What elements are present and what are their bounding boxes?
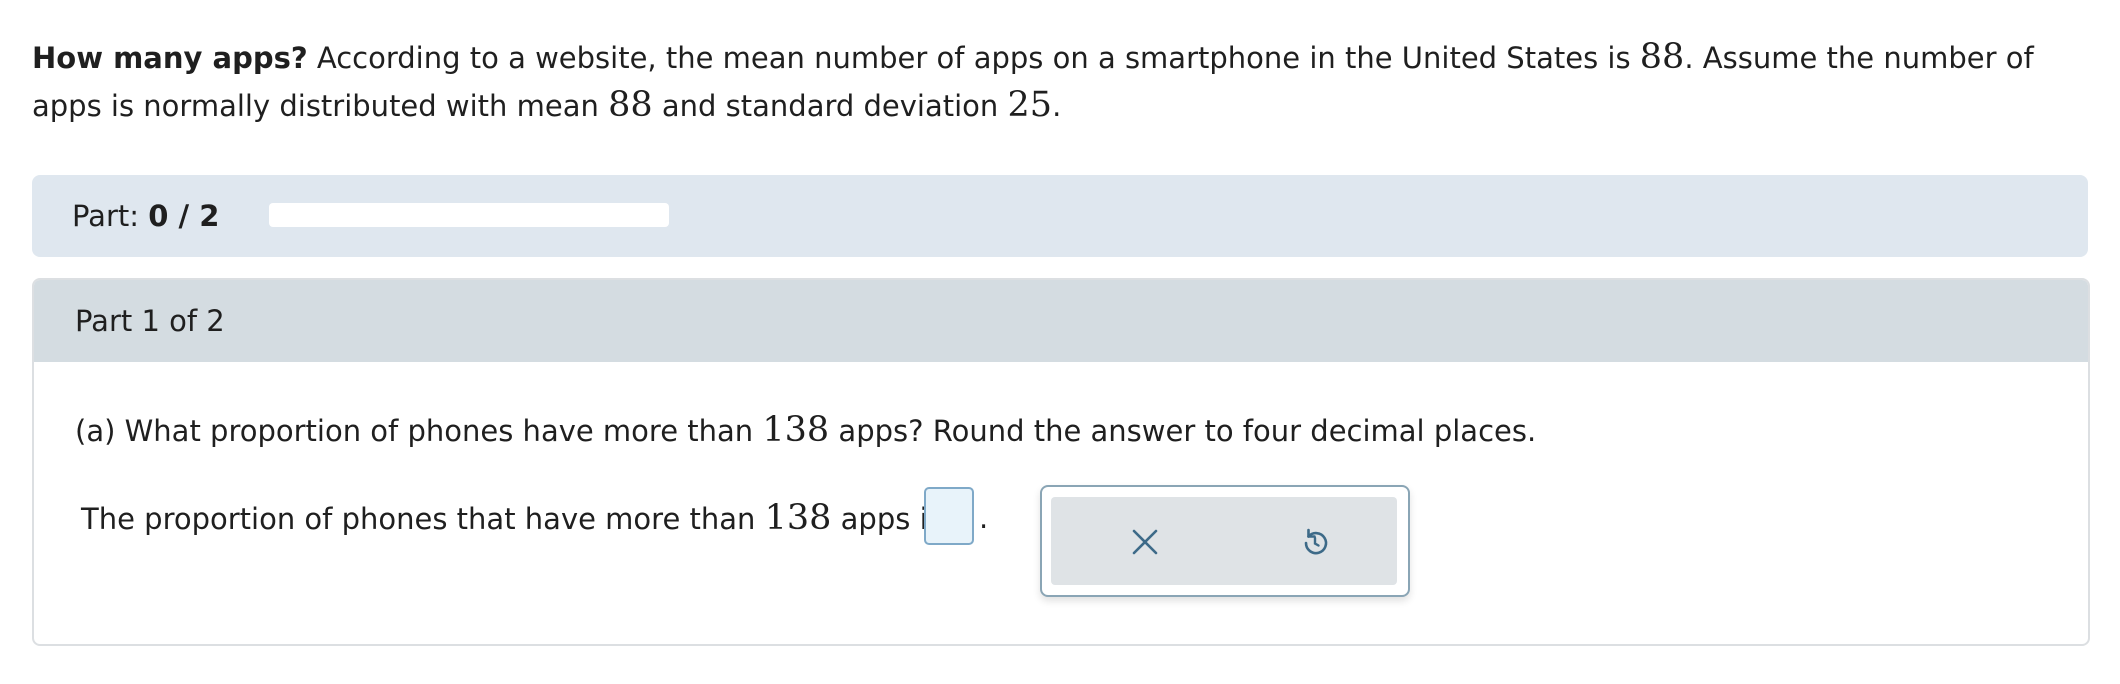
answer-number: 138 bbox=[764, 498, 832, 538]
mean-value: 88 bbox=[1639, 37, 1685, 77]
problem-text: and standard deviation bbox=[652, 89, 1008, 123]
problem-title: How many apps? bbox=[32, 41, 308, 75]
problem-text: According to a website, the mean number … bbox=[307, 41, 1640, 75]
mean-value: 88 bbox=[608, 85, 653, 125]
problem-text: . bbox=[1052, 89, 1062, 123]
part-header-label: Part 1 of 2 bbox=[75, 304, 225, 338]
progress-label: Part: 0 / 2 bbox=[72, 199, 219, 233]
sd-value: 25 bbox=[1007, 85, 1053, 125]
answer-sentence: The proportion of phones that have more … bbox=[81, 494, 943, 543]
progress-label-text: Part: bbox=[72, 199, 149, 233]
question-suffix: apps? Round the answer to four decimal p… bbox=[829, 414, 1537, 448]
undo-icon bbox=[1299, 526, 1331, 558]
clear-button[interactable] bbox=[1124, 521, 1166, 563]
answer-prefix: The proportion of phones that have more … bbox=[81, 502, 765, 536]
answer-tools-panel bbox=[1040, 485, 1410, 597]
answer-input[interactable] bbox=[924, 487, 974, 545]
part-header: Part 1 of 2 bbox=[34, 280, 2088, 362]
progress-track bbox=[269, 203, 669, 227]
problem-statement: How many apps? According to a website, t… bbox=[32, 34, 2092, 130]
undo-button[interactable] bbox=[1294, 521, 1336, 563]
question-prefix: (a) What proportion of phones have more … bbox=[75, 414, 763, 448]
question-text: (a) What proportion of phones have more … bbox=[75, 406, 1536, 455]
progress-value: 0 / 2 bbox=[148, 199, 220, 233]
x-icon bbox=[1130, 527, 1160, 557]
progress-panel: Part: 0 / 2 bbox=[32, 175, 2088, 257]
question-number: 138 bbox=[762, 410, 830, 450]
answer-period: . bbox=[979, 501, 989, 535]
part-card: Part 1 of 2 (a) What proportion of phone… bbox=[32, 278, 2090, 646]
answer-tools-inner bbox=[1051, 497, 1397, 585]
